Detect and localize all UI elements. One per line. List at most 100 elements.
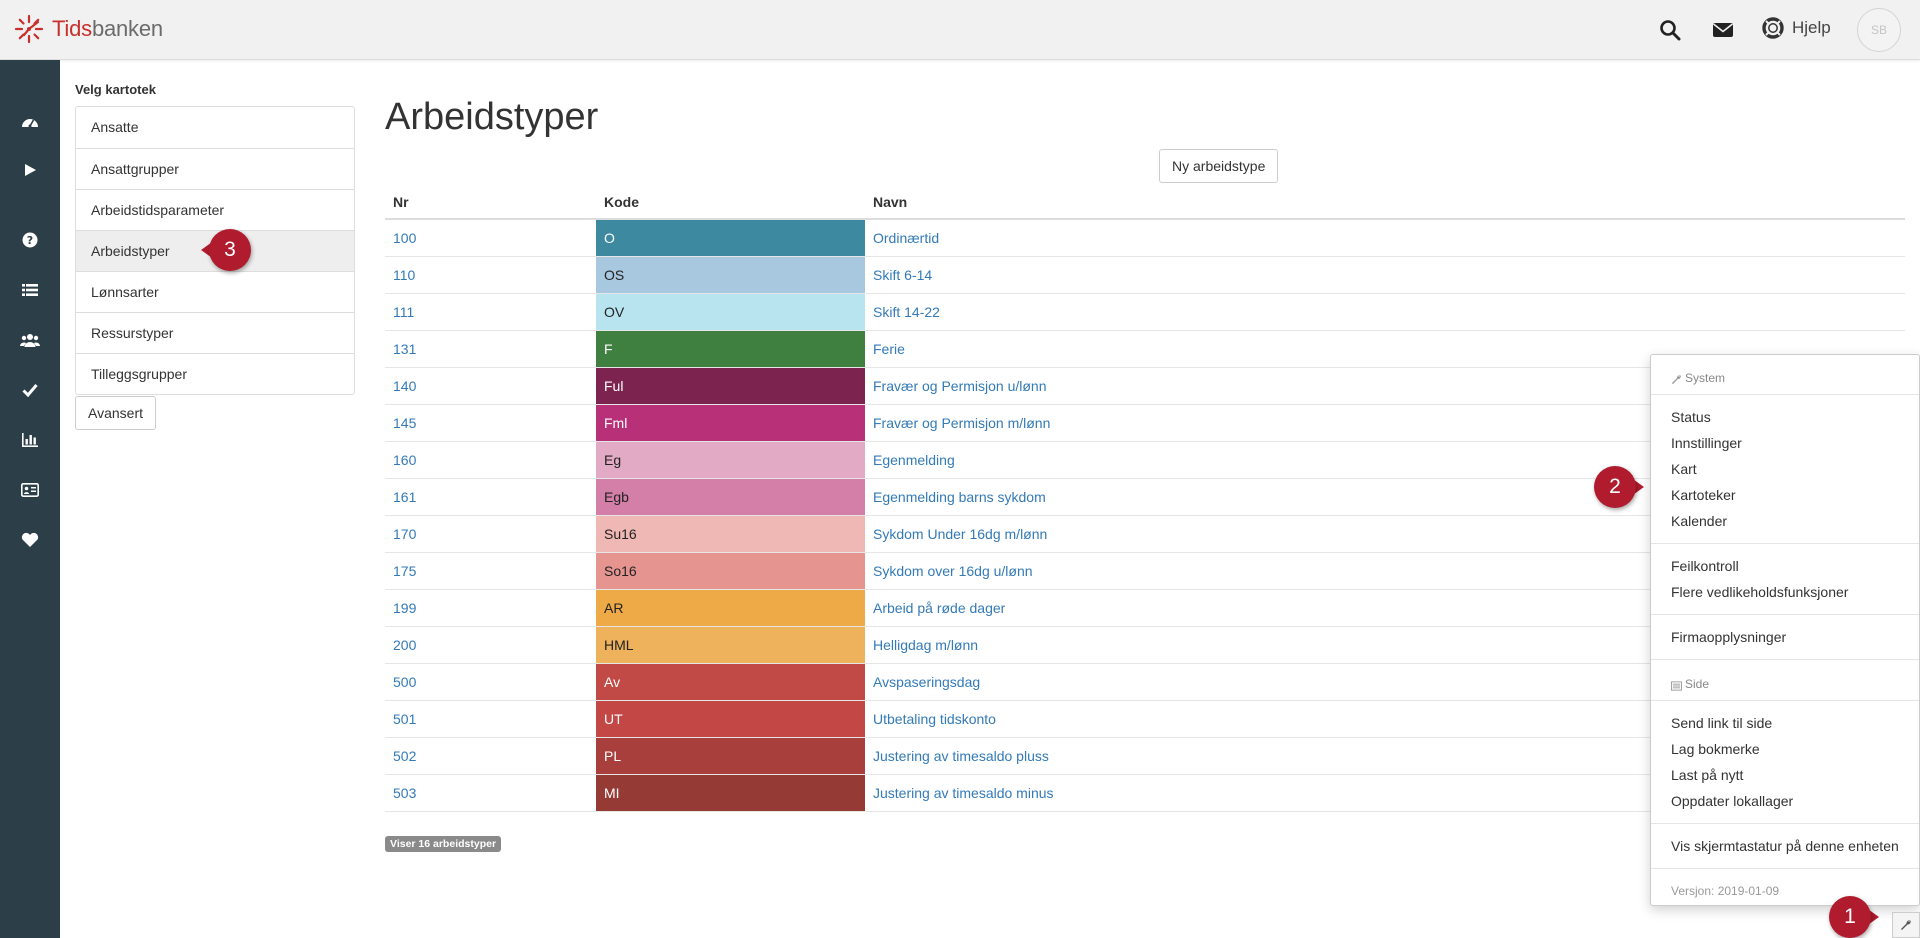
bar-chart-icon[interactable] xyxy=(18,428,42,452)
users-icon[interactable] xyxy=(18,328,42,352)
row-kode-swatch: F xyxy=(596,331,865,367)
row-nr-link[interactable]: 100 xyxy=(385,230,596,246)
menu-item-reload[interactable]: Last på nytt xyxy=(1651,762,1919,788)
list-icon[interactable] xyxy=(18,278,42,302)
menu-item-firmaopplysninger[interactable]: Firmaopplysninger xyxy=(1651,624,1919,650)
clock-logo-icon xyxy=(14,14,44,44)
page-title: Arbeidstyper xyxy=(385,96,599,138)
menu-item-kart[interactable]: Kart xyxy=(1651,456,1919,482)
top-bar: Tidsbanken Hjelp SB xyxy=(0,0,1920,60)
row-nr-link[interactable]: 200 xyxy=(385,637,596,653)
callout-1: 1 xyxy=(1829,896,1879,938)
row-navn-link[interactable]: Skift 6-14 xyxy=(865,267,1905,283)
side-menu-header: Side xyxy=(1651,669,1919,691)
callout-2: 2 xyxy=(1594,466,1644,508)
id-card-icon[interactable] xyxy=(18,478,42,502)
menu-item-bookmark[interactable]: Lag bokmerke xyxy=(1651,736,1919,762)
callout-3: 3 xyxy=(201,229,251,271)
row-navn-link[interactable]: Skift 14-22 xyxy=(865,304,1905,320)
kartotek-item-tilleggsgrupper[interactable]: Tilleggsgrupper xyxy=(76,353,354,394)
wrench-icon xyxy=(1901,920,1911,930)
menu-item-onscreen-keyboard[interactable]: Vis skjermtastatur på denne enheten xyxy=(1651,833,1919,859)
table-header: Nr Kode Navn xyxy=(385,186,1905,220)
kartotek-item-lonnsarter[interactable]: Lønnsarter xyxy=(76,271,354,312)
table-row[interactable]: 110 OS Skift 6-14 xyxy=(385,257,1905,294)
menu-item-send-link[interactable]: Send link til side xyxy=(1651,710,1919,736)
menu-divider xyxy=(1651,700,1919,701)
row-nr-link[interactable]: 501 xyxy=(385,711,596,727)
play-icon[interactable] xyxy=(18,158,42,182)
row-nr-link[interactable]: 131 xyxy=(385,341,596,357)
dashboard-icon[interactable] xyxy=(18,109,42,133)
menu-item-status[interactable]: Status xyxy=(1651,404,1919,430)
tidsbanken-logo[interactable]: Tidsbanken xyxy=(14,14,163,44)
row-nr-link[interactable]: 160 xyxy=(385,452,596,468)
column-header-kode[interactable]: Kode xyxy=(596,186,865,218)
logo-text: Tidsbanken xyxy=(52,16,163,41)
row-kode-swatch: HML xyxy=(596,627,865,663)
row-nr-link[interactable]: 170 xyxy=(385,526,596,542)
menu-divider xyxy=(1651,614,1919,615)
kartotek-item-arbeidstidsparameter[interactable]: Arbeidstidsparameter xyxy=(76,189,354,230)
search-icon[interactable] xyxy=(1658,18,1682,42)
kartotek-item-ansatte[interactable]: Ansatte xyxy=(76,107,354,148)
help-button[interactable]: Hjelp xyxy=(1762,17,1831,39)
menu-divider xyxy=(1651,659,1919,660)
system-menu-toggle[interactable] xyxy=(1892,912,1920,938)
row-nr-link[interactable]: 110 xyxy=(385,267,596,283)
row-kode-swatch: Av xyxy=(596,664,865,700)
system-menu-header: System xyxy=(1651,355,1919,385)
row-kode-swatch: Fml xyxy=(596,405,865,441)
row-nr-link[interactable]: 502 xyxy=(385,748,596,764)
menu-divider xyxy=(1651,543,1919,544)
row-kode-swatch: O xyxy=(596,220,865,256)
menu-item-innstillinger[interactable]: Innstillinger xyxy=(1651,430,1919,456)
row-kode-swatch: OV xyxy=(596,294,865,330)
row-kode-swatch: PL xyxy=(596,738,865,774)
kartotek-item-ansattgrupper[interactable]: Ansattgrupper xyxy=(76,148,354,189)
side-navigation-rail: ? xyxy=(0,60,60,938)
menu-divider xyxy=(1651,868,1919,869)
row-nr-link[interactable]: 145 xyxy=(385,415,596,431)
check-icon[interactable] xyxy=(18,378,42,402)
menu-item-kalender[interactable]: Kalender xyxy=(1651,508,1919,534)
kartotek-item-ressurstyper[interactable]: Ressurstyper xyxy=(76,312,354,353)
row-nr-link[interactable]: 111 xyxy=(385,304,596,320)
row-navn-link[interactable]: Ordinærtid xyxy=(865,230,1905,246)
help-label: Hjelp xyxy=(1792,18,1831,37)
row-kode-swatch: Ful xyxy=(596,368,865,404)
menu-item-feilkontroll[interactable]: Feilkontroll xyxy=(1651,553,1919,579)
row-nr-link[interactable]: 500 xyxy=(385,674,596,690)
row-nr-link[interactable]: 503 xyxy=(385,785,596,801)
advanced-button[interactable]: Avansert xyxy=(75,396,156,430)
row-count-badge: Viser 16 arbeidstyper xyxy=(385,836,502,852)
heart-icon[interactable] xyxy=(18,528,42,552)
row-nr-link[interactable]: 140 xyxy=(385,378,596,394)
column-header-navn[interactable]: Navn xyxy=(865,194,1905,210)
row-kode-swatch: AR xyxy=(596,590,865,626)
table-row[interactable]: 100 O Ordinærtid xyxy=(385,220,1905,257)
wrench-icon xyxy=(1671,375,1681,385)
row-kode-swatch: OS xyxy=(596,257,865,293)
column-header-nr[interactable]: Nr xyxy=(385,194,596,210)
lifebuoy-icon xyxy=(1762,17,1784,39)
question-icon[interactable]: ? xyxy=(18,228,42,252)
row-kode-swatch: Egb xyxy=(596,479,865,515)
row-kode-swatch: MI xyxy=(596,775,865,811)
system-menu: System Status Innstillinger Kart Kartote… xyxy=(1650,354,1920,906)
menu-item-update-cache[interactable]: Oppdater lokallager xyxy=(1651,788,1919,814)
row-kode-swatch: UT xyxy=(596,701,865,737)
row-kode-swatch: Eg xyxy=(596,442,865,478)
menu-divider xyxy=(1651,394,1919,395)
user-avatar[interactable]: SB xyxy=(1857,8,1901,52)
row-nr-link[interactable]: 199 xyxy=(385,600,596,616)
table-row[interactable]: 111 OV Skift 14-22 xyxy=(385,294,1905,331)
row-kode-swatch: Su16 xyxy=(596,516,865,552)
page-icon xyxy=(1671,681,1682,691)
row-nr-link[interactable]: 175 xyxy=(385,563,596,579)
row-nr-link[interactable]: 161 xyxy=(385,489,596,505)
envelope-icon[interactable] xyxy=(1711,18,1735,42)
new-worktype-button[interactable]: Ny arbeidstype xyxy=(1159,149,1279,183)
menu-item-vedlikeholdsfunksjoner[interactable]: Flere vedlikeholdsfunksjoner xyxy=(1651,579,1919,605)
menu-item-kartoteker[interactable]: Kartoteker xyxy=(1651,482,1919,508)
